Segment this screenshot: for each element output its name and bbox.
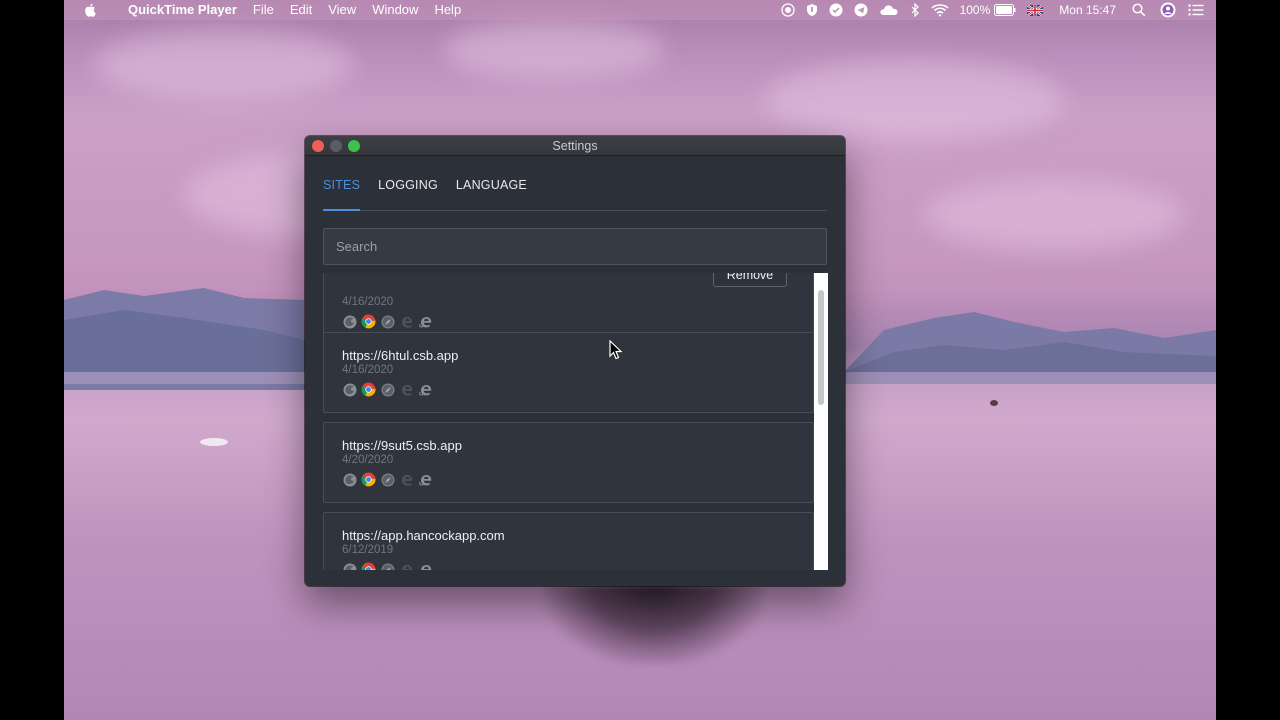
- site-card[interactable]: https://9sut5.csb.app 4/20/2020: [323, 422, 814, 503]
- edge-icon: [399, 314, 414, 329]
- mountain-reflection: [544, 585, 764, 665]
- site-url: https://app.hancockapp.com: [342, 528, 505, 543]
- site-url: https://9sut5.csb.app: [342, 438, 462, 453]
- menu-app-name[interactable]: QuickTime Player: [112, 0, 245, 20]
- firefox-icon: [342, 382, 357, 397]
- tab-sites[interactable]: SITES: [323, 178, 361, 211]
- mouse-cursor-icon: [609, 340, 623, 360]
- browser-icons: [342, 314, 437, 329]
- notification-center-icon[interactable]: [1188, 4, 1204, 16]
- safari-icon: [380, 472, 395, 487]
- firefox-icon: [342, 472, 357, 487]
- internet-explorer-icon: [418, 314, 433, 329]
- remove-site-button[interactable]: Remove: [713, 273, 787, 287]
- creative-cloud-icon[interactable]: [879, 3, 899, 17]
- edge-icon: [399, 562, 414, 570]
- menu-view[interactable]: View: [320, 0, 364, 20]
- site-date: 4/16/2020: [342, 296, 394, 308]
- chrome-icon: [361, 314, 376, 329]
- battery-percent: 100%: [959, 3, 991, 17]
- close-window-button[interactable]: [312, 140, 324, 152]
- spotlight-search-icon[interactable]: [1132, 3, 1146, 17]
- uk-flag-icon[interactable]: [1027, 4, 1044, 16]
- wifi-icon[interactable]: [931, 3, 949, 17]
- site-date: 4/20/2020: [342, 454, 394, 466]
- internet-explorer-icon: [418, 382, 433, 397]
- menu-help[interactable]: Help: [426, 0, 469, 20]
- shield-icon[interactable]: [806, 3, 818, 17]
- search-input[interactable]: Search: [323, 228, 827, 265]
- bluetooth-icon[interactable]: [910, 3, 920, 17]
- menu-window[interactable]: Window: [364, 0, 426, 20]
- settings-tabs: SITES LOGGING LANGUAGE: [323, 178, 827, 211]
- telegram-icon[interactable]: [854, 3, 868, 17]
- menu-file[interactable]: File: [245, 0, 282, 20]
- chrome-icon: [361, 562, 376, 570]
- firefox-icon: [342, 562, 357, 570]
- screen-record-icon[interactable]: [780, 3, 795, 17]
- safari-icon: [380, 382, 395, 397]
- scrollbar-thumb[interactable]: [818, 290, 824, 405]
- minimize-window-button[interactable]: [330, 140, 342, 152]
- tab-language[interactable]: LANGUAGE: [456, 178, 527, 210]
- settings-window: Settings SITES LOGGING LANGUAGE Search 4…: [305, 136, 845, 586]
- browser-icons: [342, 472, 437, 487]
- browser-icons: [342, 382, 437, 397]
- site-card[interactable]: https://6htul.csb.app 4/16/2020: [323, 332, 814, 413]
- chrome-icon: [361, 472, 376, 487]
- window-titlebar[interactable]: Settings: [305, 136, 845, 156]
- site-url: https://6htul.csb.app: [342, 348, 459, 363]
- site-date: 4/16/2020: [342, 364, 394, 376]
- user-avatar-icon[interactable]: [1160, 2, 1176, 18]
- internet-explorer-icon: [418, 562, 433, 570]
- internet-explorer-icon: [418, 472, 433, 487]
- sites-list[interactable]: 4/16/2020 Remove https://6htul.csb.app 4…: [323, 273, 828, 570]
- safari-icon: [380, 562, 395, 570]
- check-icon[interactable]: [829, 3, 843, 17]
- window-title: Settings: [552, 139, 598, 153]
- clock[interactable]: Mon 15:47: [1059, 3, 1116, 17]
- browser-icons: [342, 562, 437, 570]
- site-date: 6/12/2019: [342, 544, 394, 556]
- zoom-window-button[interactable]: [348, 140, 360, 152]
- safari-icon: [380, 314, 395, 329]
- firefox-icon: [342, 314, 357, 329]
- battery-icon[interactable]: [994, 4, 1016, 16]
- chrome-icon: [361, 382, 376, 397]
- edge-icon: [399, 472, 414, 487]
- tab-logging[interactable]: LOGGING: [378, 178, 438, 210]
- edge-icon: [399, 382, 414, 397]
- menu-bar: QuickTime Player File Edit View Window H…: [64, 0, 1216, 20]
- apple-menu-icon[interactable]: [82, 2, 98, 18]
- site-card[interactable]: https://app.hancockapp.com 6/12/2019: [323, 512, 814, 570]
- menu-edit[interactable]: Edit: [282, 0, 320, 20]
- scrollbar-track[interactable]: [814, 273, 828, 570]
